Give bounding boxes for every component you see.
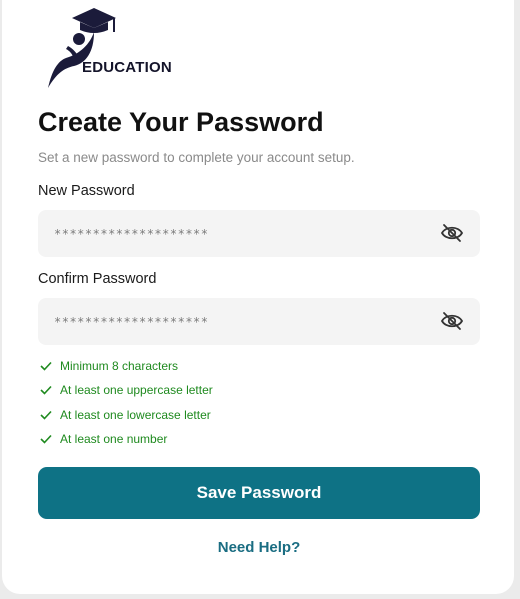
confirm-password-label: Confirm Password: [38, 271, 157, 287]
check-icon: [40, 410, 52, 420]
check-icon: [40, 361, 52, 371]
help-link-container: Need Help?: [2, 539, 516, 557]
requirement-text: At least one uppercase letter: [60, 383, 213, 397]
new-password-label: New Password: [38, 183, 135, 199]
brand-name: EDUCATION: [82, 59, 172, 76]
page-subtitle: Set a new password to complete your acco…: [38, 150, 355, 165]
eye-off-icon[interactable]: [440, 222, 464, 244]
confirm-password-field: [38, 298, 480, 345]
check-icon: [40, 385, 52, 395]
need-help-link[interactable]: Need Help?: [218, 539, 301, 556]
new-password-field: [38, 210, 480, 257]
eye-off-icon[interactable]: [440, 310, 464, 332]
graduate-cap-person-icon: [48, 8, 116, 88]
requirement-text: At least one lowercase letter: [60, 408, 211, 422]
check-icon: [40, 434, 52, 444]
confirm-password-input[interactable]: [54, 298, 434, 345]
password-card: EDUCATION Create Your Password Set a new…: [2, 0, 514, 594]
new-password-input[interactable]: [54, 210, 434, 257]
save-password-button[interactable]: Save Password: [38, 467, 480, 519]
requirement-text: At least one number: [60, 432, 168, 446]
page-title: Create Your Password: [38, 107, 324, 137]
brand-logo: EDUCATION: [46, 8, 186, 94]
requirement-text: Minimum 8 characters: [60, 359, 179, 373]
